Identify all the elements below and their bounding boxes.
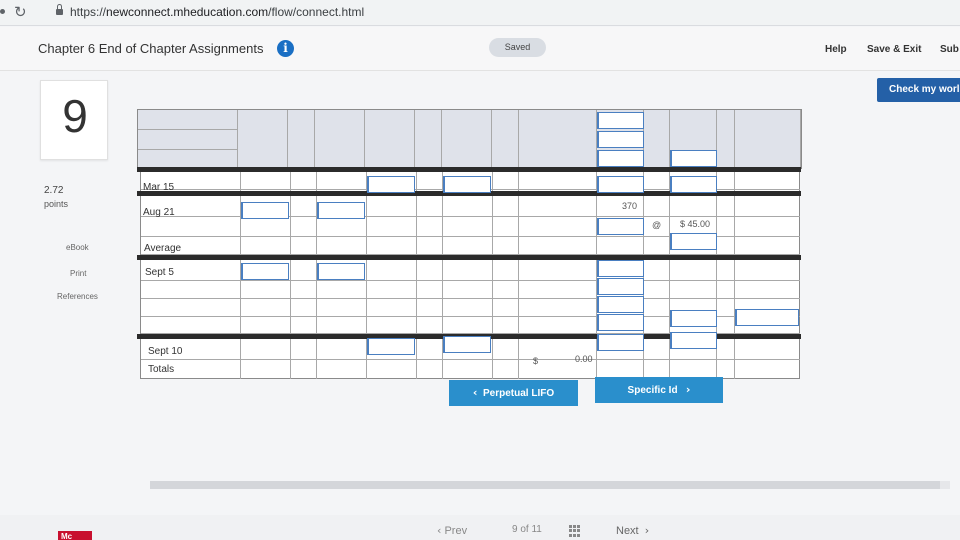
address-bar[interactable]: https://newconnect.mheducation.com/flow/… xyxy=(46,3,946,23)
at-symbol: @ xyxy=(652,220,662,230)
sept10-balance-total-input[interactable] xyxy=(670,332,717,349)
totals-dollar-sign: $ xyxy=(533,356,539,366)
row-label-average: Average xyxy=(144,243,182,254)
aug21-units-value: 370 xyxy=(622,201,638,211)
row-label-totals: Totals xyxy=(148,364,175,375)
chevron-left-icon: ‹ xyxy=(472,386,478,399)
totals-value: 0.00 xyxy=(575,354,593,364)
back-icon[interactable] xyxy=(0,9,5,14)
sept5-balance-input[interactable] xyxy=(597,278,644,295)
url-text: https://newconnect.mheducation.com/flow/… xyxy=(70,5,365,19)
lock-icon xyxy=(56,4,63,16)
mar15-cost-input[interactable] xyxy=(443,176,491,193)
aug21-cost-value: $ 45.00 xyxy=(680,219,711,229)
check-my-work-button[interactable]: Check my worl xyxy=(877,78,960,102)
header-input[interactable] xyxy=(597,131,644,148)
app-header: Chapter 6 End of Chapter Assignments i S… xyxy=(0,27,960,71)
help-link[interactable]: Help xyxy=(825,44,847,55)
chevron-right-icon: › xyxy=(644,524,650,537)
aug21-balance-units-input[interactable] xyxy=(597,218,644,235)
submit-link[interactable]: Sub xyxy=(940,44,959,55)
row-label-aug21: Aug 21 xyxy=(143,207,175,218)
question-number: 9 xyxy=(62,90,88,142)
next-tab-button[interactable]: Specific Id › xyxy=(595,377,723,403)
aug21-balance-total-input[interactable] xyxy=(670,233,717,250)
chevron-right-icon: › xyxy=(685,383,691,396)
row-label-sept5: Sept 5 xyxy=(145,267,174,278)
sept10-balance-input[interactable] xyxy=(597,334,644,351)
points-value: 2.72 xyxy=(44,185,64,196)
prev-tab-button[interactable]: ‹ Perpetual LIFO xyxy=(449,380,578,406)
points-label: points xyxy=(44,199,69,209)
row-label-sept10: Sept 10 xyxy=(148,346,183,357)
header-input[interactable] xyxy=(670,150,717,167)
header-input[interactable] xyxy=(597,150,644,167)
references-link[interactable]: References xyxy=(57,292,98,301)
aug21-purchase-cost-input[interactable] xyxy=(317,202,365,219)
mcgraw-hill-logo: Mc xyxy=(58,531,92,540)
mar15-balance-input[interactable] xyxy=(670,176,717,193)
page-indicator: 9 of 11 xyxy=(512,524,542,535)
sept5-sales-cost-input[interactable] xyxy=(317,263,365,280)
table-header-section xyxy=(137,109,802,169)
info-icon[interactable]: i xyxy=(277,40,294,57)
aug21-purchase-units-input[interactable] xyxy=(241,202,289,219)
row-label-mar15: Mar 15 xyxy=(143,182,175,193)
scrollbar-thumb[interactable] xyxy=(150,481,940,489)
sept10-cost-input[interactable] xyxy=(443,336,491,353)
question-number-box: 9 xyxy=(40,80,108,160)
sept5-balance-total-input[interactable] xyxy=(670,310,717,327)
sept5-balance-input[interactable] xyxy=(597,314,644,331)
sept5-total-input[interactable] xyxy=(735,309,799,326)
mar15-balance-input[interactable] xyxy=(597,176,644,193)
sept5-sales-units-input[interactable] xyxy=(241,263,289,280)
mar15-units-input[interactable] xyxy=(367,176,415,193)
footer-bar: Mc ‹ Prev 9 of 11 Next › xyxy=(0,515,960,540)
browser-toolbar: ↻ https://newconnect.mheducation.com/flo… xyxy=(0,0,960,26)
question-grid-icon[interactable] xyxy=(569,525,581,537)
sept10-units-input[interactable] xyxy=(367,338,415,355)
next-question-button[interactable]: Next › xyxy=(616,524,649,537)
saved-status-badge: Saved xyxy=(489,38,546,57)
sept5-balance-input[interactable] xyxy=(597,296,644,313)
reload-icon[interactable]: ↻ xyxy=(14,3,27,21)
assignment-title: Chapter 6 End of Chapter Assignments xyxy=(38,41,264,56)
header-input[interactable] xyxy=(597,112,644,129)
save-exit-link[interactable]: Save & Exit xyxy=(867,44,921,55)
sept5-balance-input[interactable] xyxy=(597,260,644,277)
table-body: Mar 15 Aug 21 Average Sept 5 Sept 10 Tot… xyxy=(137,167,801,379)
chevron-left-icon: ‹ xyxy=(437,524,442,537)
prev-question-button[interactable]: ‹ Prev xyxy=(437,524,467,537)
ebook-link[interactable]: eBook xyxy=(66,243,89,252)
print-link[interactable]: Print xyxy=(70,269,86,278)
